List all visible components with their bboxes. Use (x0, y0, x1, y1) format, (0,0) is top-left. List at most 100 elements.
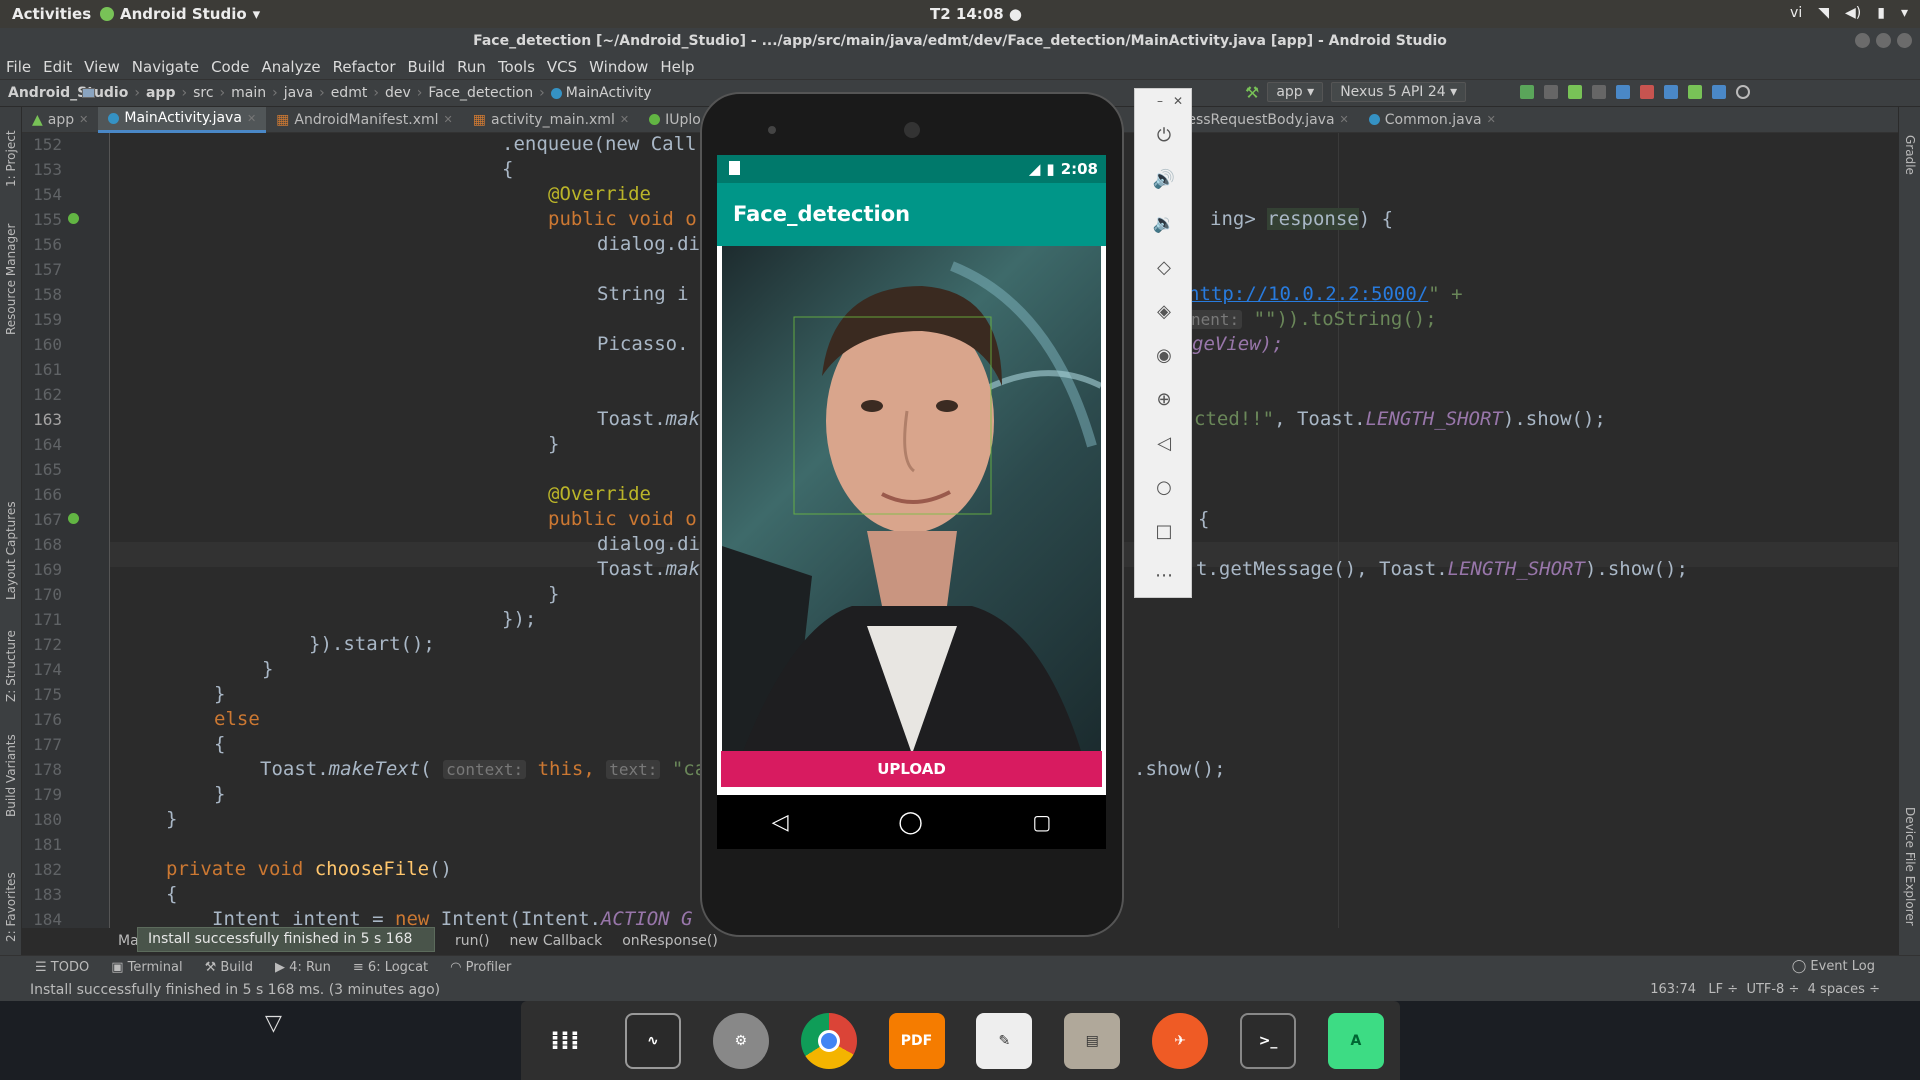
pdf-editor-icon[interactable]: PDF (888, 1012, 945, 1069)
menu-build[interactable]: Build (408, 58, 446, 76)
line-separator[interactable]: LF (1708, 982, 1723, 997)
close-icon[interactable]: ✕ (1173, 94, 1183, 108)
hammer-icon[interactable]: ⚒ (1245, 83, 1259, 102)
menu-tools[interactable]: Tools (498, 58, 535, 76)
system-monitor-icon[interactable]: ∿ (624, 1012, 681, 1069)
tool-project[interactable]: 1: Project (4, 130, 18, 187)
tab-manifest[interactable]: ▦ AndroidManifest.xml ✕ (266, 107, 463, 133)
status-message[interactable]: Install successfully finished in 5 s 168… (30, 982, 440, 998)
chrome-icon[interactable] (800, 1012, 857, 1069)
menu-edit[interactable]: Edit (43, 58, 72, 76)
overview-icon[interactable]: □ (1135, 509, 1193, 553)
zoom-icon[interactable]: ⊕ (1135, 377, 1193, 421)
tool-run[interactable]: ▶ 4: Run (275, 960, 331, 975)
upload-button[interactable]: UPLOAD (721, 751, 1102, 787)
activities-button[interactable]: Activities (0, 5, 100, 23)
menu-help[interactable]: Help (660, 58, 694, 76)
crumb-face-detection[interactable]: Face_detection (82, 85, 533, 101)
search-icon[interactable] (1736, 85, 1750, 99)
install-success-popup[interactable]: Install successfully finished in 5 s 168… (137, 927, 435, 970)
device-select[interactable]: Nexus 5 API 24 ▾ (1331, 82, 1467, 102)
clock[interactable]: T2 14:08 ● (930, 5, 1022, 23)
power-button[interactable]: ⏻ (1135, 113, 1193, 157)
rotate-right-button[interactable]: ◈ (1135, 289, 1193, 333)
sync-icon[interactable] (1664, 85, 1678, 99)
close-icon[interactable]: ✕ (444, 113, 453, 126)
tab-activity-main[interactable]: ▦ activity_main.xml ✕ (463, 107, 639, 133)
postman-icon[interactable]: ✈ (1152, 1012, 1209, 1069)
menu-code[interactable]: Code (211, 58, 249, 76)
text-editor-icon[interactable]: ✎ (976, 1012, 1033, 1069)
apps-grid-icon[interactable]: ⁞⁞⁞ (537, 1013, 593, 1069)
menu-file[interactable]: File (6, 58, 31, 76)
terminal-icon[interactable]: >_ (1240, 1012, 1297, 1069)
menu-vcs[interactable]: VCS (547, 58, 577, 76)
volume-up-button[interactable]: 🔊 (1135, 157, 1193, 201)
menu-navigate[interactable]: Navigate (132, 58, 199, 76)
close-icon[interactable]: ✕ (79, 113, 88, 126)
recents-icon[interactable]: ▢ (1032, 810, 1051, 834)
override-marker-icon[interactable] (68, 513, 79, 524)
volume-down-button[interactable]: 🔉 (1135, 201, 1193, 245)
emulator-screen[interactable]: ◢ ▮ 2:08 Face_detection UPLOAD ◁ ◯ ▢ (717, 155, 1106, 849)
tool-device-file-explorer[interactable]: Device File Explorer (1903, 807, 1917, 926)
crumb-mainactivity[interactable]: MainActivity (550, 85, 652, 101)
crumb-project[interactable]: Android_Studio (8, 85, 128, 101)
tool-profiler[interactable]: ◠ Profiler (450, 960, 511, 975)
url-string[interactable]: http://10.0.2.2:5000/ (1188, 283, 1428, 305)
breadcrumb-new-callback[interactable]: new Callback (509, 933, 602, 949)
back-icon[interactable]: ◁ (1135, 421, 1193, 465)
crumb-java[interactable]: java (82, 85, 313, 101)
tool-build[interactable]: ⚒ Build (205, 960, 253, 975)
tab-common[interactable]: Common.java ✕ (1359, 107, 1506, 133)
breadcrumb-run[interactable]: run() (455, 933, 489, 949)
tool-logcat[interactable]: ≡ 6: Logcat (353, 960, 428, 975)
close-icon[interactable]: ✕ (620, 113, 629, 126)
close-button[interactable] (1897, 33, 1912, 48)
camera-icon[interactable]: ◉ (1135, 333, 1193, 377)
tool-layout-captures[interactable]: Layout Captures (4, 501, 18, 600)
override-marker-icon[interactable] (68, 213, 79, 224)
back-icon[interactable]: ◁ (772, 810, 789, 835)
input-language[interactable]: vi (1790, 5, 1802, 21)
avd-manager-icon[interactable] (1688, 85, 1702, 99)
close-icon[interactable]: ✕ (247, 112, 256, 125)
tab-mainactivity[interactable]: MainActivity.java ✕ (98, 106, 267, 133)
attach-icon[interactable] (1592, 85, 1606, 99)
settings-icon[interactable]: ⚙ (712, 1012, 769, 1069)
editor-breadcrumb-start[interactable]: Ma (118, 933, 139, 949)
menu-refactor[interactable]: Refactor (333, 58, 396, 76)
indent-setting[interactable]: 4 spaces (1808, 982, 1865, 997)
tab-app[interactable]: ▲ app ✕ (22, 107, 98, 133)
crumb-edmt[interactable]: edmt (82, 85, 367, 101)
breadcrumb-onresponse[interactable]: onResponse() (622, 933, 718, 949)
close-icon[interactable]: ✕ (1487, 113, 1496, 126)
crumb-dev[interactable]: dev (82, 85, 411, 101)
tool-todo[interactable]: ☰ TODO (35, 960, 89, 975)
tool-favorites[interactable]: 2: Favorites (4, 872, 18, 942)
debug-icon[interactable] (1568, 85, 1582, 99)
tool-gradle[interactable]: Gradle (1903, 135, 1917, 175)
rotate-left-button[interactable]: ◇ (1135, 245, 1193, 289)
home-icon[interactable]: ○ (1135, 465, 1193, 509)
close-icon[interactable]: ✕ (1340, 113, 1349, 126)
crumb-src[interactable]: src (82, 85, 214, 101)
tool-terminal[interactable]: ▣ Terminal (111, 960, 182, 975)
profile-icon[interactable] (1616, 85, 1630, 99)
tool-resource-manager[interactable]: Resource Manager (4, 224, 18, 335)
rerun-icon[interactable] (1544, 85, 1558, 99)
crumb-main[interactable]: main (82, 85, 266, 101)
tool-structure[interactable]: Z: Structure (4, 630, 18, 702)
file-manager-icon[interactable]: ▤ (1064, 1012, 1121, 1069)
home-icon[interactable]: ◯ (898, 810, 923, 835)
menu-view[interactable]: View (84, 58, 120, 76)
caret-position[interactable]: 163:74 (1650, 982, 1696, 997)
app-menu[interactable]: Android Studio ▾ (100, 5, 260, 23)
android-studio-icon[interactable]: A (1327, 1012, 1384, 1069)
system-tray[interactable]: vi ◥ ◀) ▮ ▾ (1790, 5, 1908, 21)
run-config-select[interactable]: app ▾ (1267, 82, 1324, 102)
crumb-app[interactable]: app (82, 85, 175, 101)
tool-build-variants[interactable]: Build Variants (4, 734, 18, 817)
maximize-button[interactable] (1876, 33, 1891, 48)
minimize-icon[interactable]: – (1157, 94, 1163, 108)
